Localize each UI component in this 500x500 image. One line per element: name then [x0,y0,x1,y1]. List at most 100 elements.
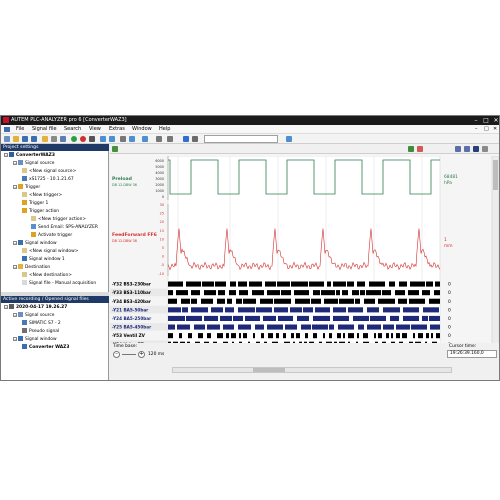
stop-recording-icon[interactable] [80,136,86,142]
menu-file[interactable]: File [16,125,24,134]
close-button[interactable]: ✕ [491,116,499,125]
digital-pulse [315,307,330,313]
menu-signal-file[interactable]: Signal file [32,125,57,134]
menu-window[interactable]: Window [132,125,152,134]
zoom-out-icon[interactable] [109,136,115,142]
tree-item[interactable]: Converter WAZ3 [22,344,69,352]
digital-pulse [261,333,264,339]
view-single-icon[interactable] [473,146,479,152]
window-icon[interactable] [167,136,173,142]
tree-item[interactable]: − Trigger [13,184,40,192]
tree-item[interactable]: − ConverterWAZ3 [4,152,55,160]
menu-view[interactable]: View [89,125,101,134]
pause-icon[interactable] [89,136,95,142]
menu-extras[interactable]: Extras [109,125,125,134]
collapse-icon[interactable]: − [13,184,17,189]
add-signal-icon[interactable] [112,146,118,152]
signal-plot[interactable]: PreloadDB 12.DBW 36600050004000300020001… [110,156,500,374]
digital-pulse [243,333,247,339]
new-project-icon[interactable] [4,136,10,142]
tree-item[interactable]: − Destination [13,264,50,272]
trigger-icon [31,232,36,237]
tree-item[interactable]: − Signal source [13,160,54,168]
digital-pulse [426,333,429,339]
open-signal-file-icon[interactable] [42,136,48,142]
maximize-button[interactable]: □ [481,116,491,125]
minimize-button[interactable]: – [471,116,481,125]
cursor-icon[interactable] [120,136,126,142]
tree-item[interactable]: SIMATIC S7 - 2 [22,320,61,328]
digital-pulse [252,290,264,296]
tree-item[interactable]: Trigger action [22,208,59,216]
save-all-icon[interactable] [31,136,37,142]
menu-help[interactable]: Help [159,125,170,134]
preload-label: Preload [112,176,132,182]
vertical-scrollbar-thumb[interactable] [493,160,498,190]
tree-item[interactable]: Signal file - Manual acquisition [22,280,96,288]
tree-item[interactable]: − Signal window [13,336,57,344]
mdi-close-button[interactable]: ✕ [493,125,497,134]
menu-search[interactable]: Search [64,125,81,134]
feedforward-tick: 30 [160,203,164,207]
search-options-icon[interactable] [192,136,198,142]
start-recording-icon[interactable] [71,136,77,142]
digital-pulse [329,333,332,339]
digital-pulse [374,333,376,339]
main-toolbar [1,134,499,144]
layout2-dropdown-icon[interactable] [142,136,148,142]
channel-icon[interactable] [156,136,162,142]
collapse-icon[interactable]: − [13,312,17,317]
digital-pulse [191,290,200,296]
collapse-icon[interactable]: − [13,160,17,165]
view-list-icon[interactable] [455,146,461,152]
tree-item-label: Signal source [25,313,55,318]
save-icon[interactable] [22,136,28,142]
tree-item-label: Signal file - Manual acquisition [29,281,97,286]
digital-pulse [348,307,363,313]
digital-pulse [329,324,334,330]
tree-item[interactable]: <New signal source> [22,168,76,176]
tree-item[interactable]: − 2020-04-17 19.26.27 [4,304,67,312]
search-binoculars-icon[interactable] [183,136,189,142]
digital-pulse [283,333,286,339]
print-icon[interactable] [60,136,66,142]
collapse-icon[interactable]: − [13,240,17,245]
collapse-icon[interactable]: − [13,336,17,341]
zoom-in-icon[interactable] [100,136,106,142]
tree-item[interactable]: − Signal window [13,240,57,248]
cursor-time-field[interactable]: 19:26:39.160,0 [447,350,497,358]
tree-item[interactable]: Signal window 1 [22,256,65,264]
tree-item[interactable]: Send Email: SPS-ANALYZER [31,224,98,232]
properties-icon[interactable] [51,136,57,142]
search-input[interactable] [204,135,278,143]
cursor-left-icon[interactable] [408,146,414,152]
tree-item[interactable]: Trigger 1 [22,200,48,208]
view-grid-icon[interactable] [464,146,470,152]
timebase-label: Time base: [113,344,138,349]
open-folder-icon[interactable] [13,136,19,142]
refresh-icon[interactable] [482,146,488,152]
tree-item[interactable]: <New trigger action> [31,216,86,224]
recording-header: Active recording / Opened signal files [1,296,109,303]
scrollbar-thumb[interactable] [253,368,285,372]
tree-item[interactable]: <New signal window> [22,248,78,256]
find-next-icon[interactable] [286,136,292,142]
collapse-icon[interactable]: − [4,304,8,309]
digital-pulse [366,290,381,296]
collapse-icon[interactable]: − [13,264,17,269]
collapse-icon[interactable]: − [4,152,8,157]
tree-item[interactable]: <New destination> [22,272,72,280]
tree-item[interactable]: Pseudo signal [22,328,59,336]
cursor-right-icon[interactable] [417,146,423,152]
tree-item[interactable]: − Signal source [13,312,54,320]
timebase-plus-button[interactable]: + [138,351,145,358]
horizontal-scrollbar[interactable] [172,367,452,373]
timebase-slider[interactable] [122,354,136,355]
mdi-minimize-button[interactable]: – [475,125,478,134]
layout-dropdown-icon[interactable] [129,136,135,142]
timebase-minus-button[interactable]: – [113,351,120,358]
tree-item[interactable]: Activate trigger [31,232,72,240]
mdi-restore-button[interactable]: □ [484,125,489,134]
tree-item[interactable]: xS1725 - 10.1.21.67 [22,176,74,184]
tree-item[interactable]: <New trigger> [22,192,62,200]
